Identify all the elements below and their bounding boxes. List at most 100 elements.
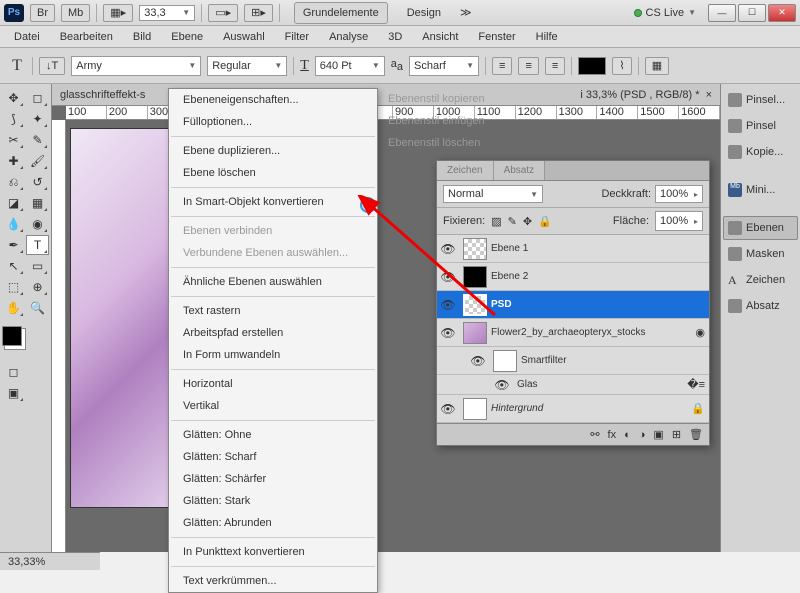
font-weight-select[interactable]: Regular▼ [207, 56, 287, 76]
align-left-button[interactable]: ≡ [492, 57, 512, 75]
screenmode-button[interactable]: ▣ [2, 383, 25, 403]
delete-layer-icon[interactable]: 🗑 [689, 428, 703, 441]
ctx-aa-none[interactable]: Glätten: Ohne [169, 424, 377, 446]
wand-tool[interactable]: ✦ [26, 109, 49, 129]
ctx-point-text[interactable]: In Punkttext konvertieren [169, 541, 377, 563]
quickmask-button[interactable]: ◻ [2, 362, 25, 382]
3d-tool[interactable]: ⬚ [2, 277, 25, 297]
warp-text-button[interactable]: ⌇ [612, 57, 631, 75]
ctx-layer-properties[interactable]: Ebeneneigenschaften... [169, 89, 377, 111]
stamp-tool[interactable]: ⎌ [2, 172, 25, 192]
layer-row[interactable]: 👁Hintergrund🔒 [437, 395, 709, 423]
new-layer-icon[interactable]: ⊞ [672, 428, 681, 441]
link-layers-icon[interactable]: ⚯ [590, 428, 599, 441]
heal-tool[interactable]: ✚ [2, 151, 25, 171]
antialias-select[interactable]: Scharf▼ [409, 56, 479, 76]
visibility-icon[interactable]: 👁 [467, 354, 489, 368]
ctx-aa-round[interactable]: Glätten: Abrunden [169, 512, 377, 534]
dock-ebenen[interactable]: Ebenen [723, 216, 798, 240]
arrange-button[interactable]: ▦▸ [103, 4, 133, 22]
menu-ebene[interactable]: Ebene [163, 28, 211, 46]
3d-camera-tool[interactable]: ⊕ [26, 277, 49, 297]
menu-filter[interactable]: Filter [277, 28, 317, 46]
pen-tool[interactable]: ✒ [2, 235, 25, 255]
ctx-fill-options[interactable]: Fülloptionen... [169, 111, 377, 133]
menu-datei[interactable]: Datei [6, 28, 48, 46]
layer-row[interactable]: 👁Ebene 2 [437, 263, 709, 291]
zoom-tool[interactable]: 🔍 [26, 298, 49, 318]
visibility-icon[interactable]: 👁 [437, 242, 459, 256]
ctx-convert-smart-object[interactable]: In Smart-Objekt konvertieren [169, 191, 377, 213]
dock-kopie[interactable]: Kopie... [723, 140, 798, 164]
dock-pinsel-presets[interactable]: Pinsel... [723, 88, 798, 112]
type-tool[interactable]: T [26, 235, 49, 255]
layer-row[interactable]: 👁Ebene 1 [437, 235, 709, 263]
ctx-create-workpath[interactable]: Arbeitspfad erstellen [169, 322, 377, 344]
color-swatch[interactable] [2, 326, 22, 346]
align-right-button[interactable]: ≡ [545, 57, 565, 75]
panels-button[interactable]: ▦ [645, 57, 669, 75]
layer-thumb[interactable] [463, 398, 487, 420]
maximize-button[interactable]: ☐ [738, 4, 766, 22]
font-family-select[interactable]: Army▼ [71, 56, 201, 76]
ctx-warp-text[interactable]: Text verkrümmen... [169, 570, 377, 592]
layer-fx-icon[interactable]: fx [608, 429, 617, 441]
ctx-convert-shape[interactable]: In Form umwandeln [169, 344, 377, 366]
layer-thumb[interactable] [493, 350, 517, 372]
align-center-button[interactable]: ≡ [518, 57, 538, 75]
menu-bild[interactable]: Bild [125, 28, 159, 46]
layer-thumb[interactable] [463, 322, 487, 344]
dock-zeichen[interactable]: AZeichen [723, 268, 798, 292]
lock-pixels-icon[interactable]: ▨ [491, 215, 501, 228]
layer-row[interactable]: 👁Glas�⁠≡ [437, 375, 709, 395]
lasso-tool[interactable]: ⟆ [2, 109, 25, 129]
minimize-button[interactable]: — [708, 4, 736, 22]
menu-hilfe[interactable]: Hilfe [528, 28, 566, 46]
move-tool[interactable]: ✥ [2, 88, 25, 108]
crop-tool[interactable]: ✂ [2, 130, 25, 150]
ctx-select-similar[interactable]: Ähnliche Ebenen auswählen [169, 271, 377, 293]
ctx-duplicate-layer[interactable]: Ebene duplizieren... [169, 140, 377, 162]
dock-absatz[interactable]: Absatz [723, 294, 798, 318]
workspace-grundelemente[interactable]: Grundelemente [294, 2, 388, 24]
marquee-tool[interactable]: ◻ [26, 88, 49, 108]
dock-mini[interactable]: MbMini... [723, 178, 798, 202]
menu-analyse[interactable]: Analyse [321, 28, 376, 46]
filter-edit-icon[interactable]: �⁠≡ [687, 378, 705, 391]
ctx-vertical[interactable]: Vertikal [169, 395, 377, 417]
text-color-swatch[interactable] [578, 57, 606, 75]
visibility-icon[interactable]: 👁 [437, 270, 459, 284]
menu-fenster[interactable]: Fenster [470, 28, 523, 46]
workspace-more[interactable]: ≫ [460, 6, 472, 19]
ctx-rasterize-text[interactable]: Text rastern [169, 300, 377, 322]
history-brush-tool[interactable]: ↺ [26, 172, 49, 192]
minibridge-button[interactable]: Mb [61, 4, 90, 22]
orientation-button[interactable]: ↓T [39, 57, 65, 75]
layer-mask-icon[interactable]: ◐ [624, 429, 631, 441]
menu-bearbeiten[interactable]: Bearbeiten [52, 28, 121, 46]
visibility-icon[interactable]: 👁 [491, 378, 513, 392]
close-button[interactable]: ✕ [768, 4, 796, 22]
workspace-design[interactable]: Design [398, 2, 450, 24]
font-size-select[interactable]: 640 Pt▼ [315, 56, 385, 76]
adjustment-icon[interactable]: ◑ [639, 429, 646, 441]
layer-row[interactable]: 👁Flower2_by_archaeopteryx_stocks◉ [437, 319, 709, 347]
screen-mode-button[interactable]: ▭▸ [208, 4, 238, 22]
panel-tab-absatz[interactable]: Absatz [494, 161, 546, 180]
eyedropper-tool[interactable]: ✎ [26, 130, 49, 150]
gradient-tool[interactable]: ▦ [26, 193, 49, 213]
menu-ansicht[interactable]: Ansicht [414, 28, 466, 46]
layer-thumb[interactable] [463, 294, 487, 316]
menu-3d[interactable]: 3D [380, 28, 410, 46]
panel-tab-zeichen[interactable]: Zeichen [437, 161, 494, 180]
path-select-tool[interactable]: ↖ [2, 256, 25, 276]
lock-brush-icon[interactable]: ✎ [508, 215, 517, 228]
ctx-delete-layer[interactable]: Ebene löschen [169, 162, 377, 184]
layer-row-selected[interactable]: 👁PSD [437, 291, 709, 319]
brush-tool[interactable]: 🖌 [26, 151, 49, 171]
bridge-button[interactable]: Br [30, 4, 55, 22]
dodge-tool[interactable]: ◉ [26, 214, 49, 234]
layer-thumb[interactable] [463, 238, 487, 260]
layer-thumb[interactable] [463, 266, 487, 288]
lock-all-icon[interactable]: 🔒 [538, 215, 552, 228]
